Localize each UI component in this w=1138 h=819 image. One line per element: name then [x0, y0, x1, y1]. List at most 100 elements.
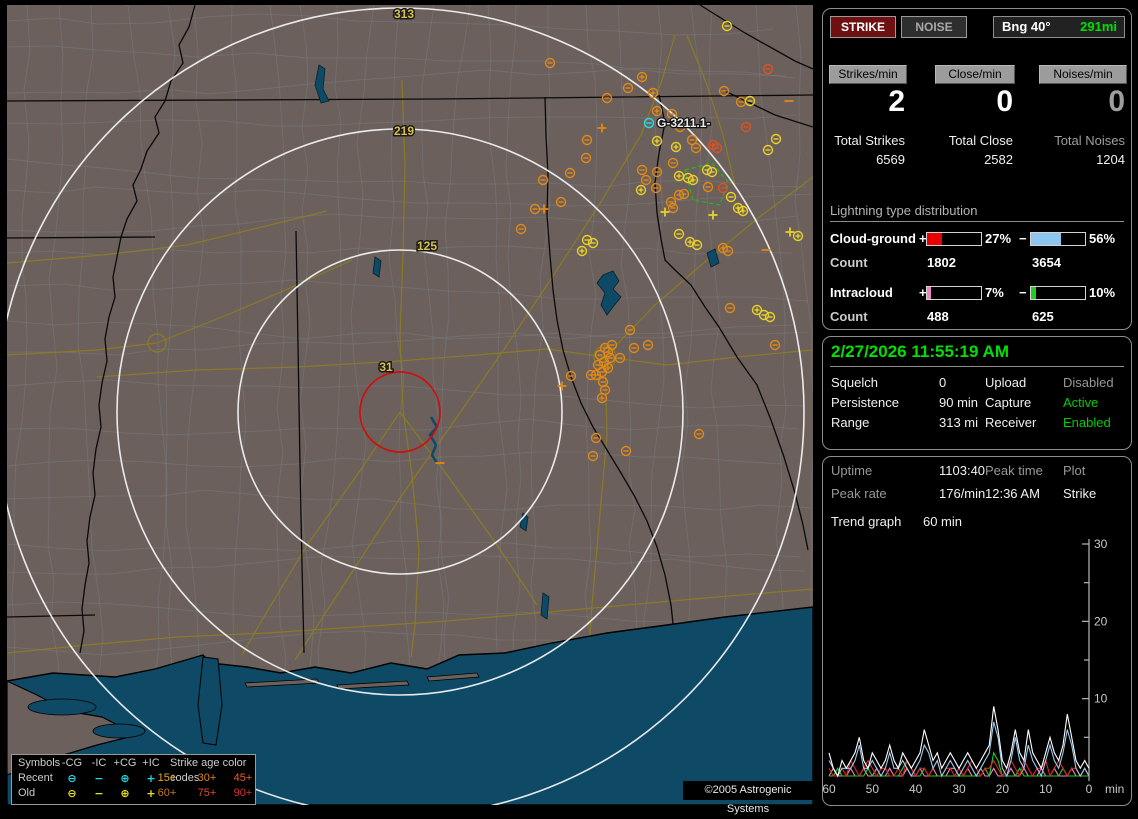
range-value: 313 mi: [939, 415, 979, 430]
count-label: Count: [830, 255, 868, 270]
ic-minus-count: 625: [1032, 309, 1054, 324]
upload-label: Upload: [985, 375, 1027, 390]
peak-rate-value: 176/min: [939, 486, 986, 501]
age-15: 15+: [157, 772, 177, 784]
strikes-per-min-value: 2: [888, 85, 905, 118]
map-legend: Symbols -CG -IC +CG +IC Strike age color…: [11, 754, 256, 805]
capture-label: Capture: [985, 395, 1032, 410]
noise-mode-button[interactable]: NOISE: [901, 16, 967, 38]
legend-col-pos-cg: +CG: [113, 757, 137, 769]
minus-icon: −: [1019, 285, 1027, 300]
strike-counters-panel: STRIKE NOISE Bng 40° 291mi Strikes/min C…: [822, 8, 1132, 330]
svg-text:10: 10: [1039, 782, 1053, 796]
strike-mode-button[interactable]: STRIKE: [830, 16, 896, 38]
svg-text:min: min: [1105, 782, 1124, 796]
trend-graph-header: Trend graph 60 min: [831, 514, 962, 529]
status-panel: 2/27/2026 11:55:19 AM Squelch 0 Upload D…: [822, 336, 1132, 450]
range-label: Range: [831, 415, 870, 430]
bearing-range-value: 291mi: [1080, 19, 1117, 34]
trend-panel: Uptime 1103:40 Peak time Plot Peak rate …: [822, 456, 1132, 806]
cloud-ground-row: Cloud-ground + 27% − 56%: [823, 231, 1131, 247]
svg-text:40: 40: [909, 782, 923, 796]
total-noises-value: 1204: [1096, 152, 1125, 167]
ic-minus-bar: [1030, 286, 1086, 300]
map-canvas[interactable]: 313 219 125 31 G-3211.1- Symbols -CG -IC +CG…: [7, 5, 813, 815]
squelch-value: 0: [939, 375, 947, 390]
noises-per-min-button[interactable]: Noises/min: [1039, 65, 1127, 84]
legend-row-old: Old: [18, 787, 36, 799]
svg-text:0: 0: [1086, 782, 1093, 796]
circle-plus-icon: ⊕: [120, 772, 130, 785]
divider: [830, 366, 1124, 367]
intracloud-row: Intracloud + 7% − 10%: [823, 285, 1131, 301]
receiver-label: Receiver: [985, 415, 1037, 430]
ic-plus-pct: 7%: [985, 285, 1004, 300]
circle-minus-icon: ⊖: [67, 772, 77, 785]
strikes-per-min-button[interactable]: Strikes/min: [829, 65, 907, 84]
range-ring-label: 219: [394, 124, 414, 138]
circle-minus-icon: ⊖: [67, 787, 77, 800]
cg-plus-count: 1802: [927, 255, 956, 270]
cg-plus-bar: [926, 232, 982, 246]
cloud-ground-label: Cloud-ground: [830, 231, 916, 246]
trend-graph-chart: 10 20 30 60 50 40 30 20 10 0 min: [823, 537, 1124, 796]
copyright-text: ©2005 Astrogenic Systems: [683, 781, 813, 815]
bearing-label: Bng 40°: [1002, 19, 1051, 34]
svg-text:60: 60: [823, 782, 836, 796]
minus-icon: −: [94, 787, 104, 800]
storm-cell-label: G-3211.1-: [657, 116, 710, 130]
range-ring-label: 31: [379, 360, 393, 374]
svg-text:20: 20: [996, 782, 1010, 796]
cg-minus-bar: [1030, 232, 1086, 246]
count-label: Count: [830, 309, 868, 324]
divider: [830, 221, 1124, 222]
age-30: 30+: [197, 772, 217, 784]
legend-col-neg-cg: -CG: [61, 757, 83, 769]
age-45: 45+: [233, 772, 253, 784]
legend-col-pos-ic: +IC: [142, 757, 160, 769]
plot-label: Plot: [1063, 463, 1086, 478]
uptime-value: 1103:40: [939, 463, 986, 478]
squelch-label: Squelch: [831, 375, 878, 390]
bearing-range-display: Bng 40° 291mi: [993, 16, 1125, 38]
range-ring-label: 313: [394, 7, 414, 21]
total-strikes-label: Total Strikes: [834, 133, 905, 148]
total-close-value: 2582: [984, 152, 1013, 167]
cg-minus-count: 3654: [1032, 255, 1061, 270]
minus-icon: −: [1019, 231, 1027, 246]
ic-minus-pct: 10%: [1089, 285, 1116, 300]
minus-icon: −: [94, 772, 104, 785]
upload-state: Disabled: [1063, 375, 1114, 390]
svg-text:30: 30: [952, 782, 966, 796]
trend-window-value: 60 min: [922, 514, 962, 529]
intracloud-count-row: Count 488 625: [823, 309, 1131, 325]
persistence-value: 90 min: [939, 395, 979, 410]
ic-plus-count: 488: [927, 309, 949, 324]
plot-mode-value: Strike: [1063, 486, 1097, 501]
circle-plus-icon: ⊕: [120, 787, 130, 800]
cg-plus-pct: 27%: [985, 231, 1012, 246]
peak-time-value: 12:36 AM: [985, 486, 1040, 501]
total-noises-label: Total Noises: [1054, 133, 1125, 148]
legend-symbols-header: Symbols: [18, 757, 61, 769]
persistence-label: Persistence: [831, 395, 899, 410]
capture-state: Active: [1063, 395, 1099, 410]
radar-map: 313 219 125 31 G-3211.1-: [7, 5, 813, 805]
svg-text:50: 50: [866, 782, 880, 796]
svg-text:30: 30: [1094, 537, 1108, 551]
total-strikes-value: 6569: [876, 152, 905, 167]
age-90: 90+: [233, 787, 253, 799]
close-per-min-button[interactable]: Close/min: [935, 65, 1015, 84]
datetime-display: 2/27/2026 11:55:19 AM: [831, 342, 1009, 361]
uptime-label: Uptime: [831, 463, 873, 478]
close-per-min-value: 0: [996, 85, 1013, 118]
svg-text:10: 10: [1094, 692, 1108, 706]
age-60: 60+: [157, 787, 177, 799]
distribution-title: Lightning type distribution: [830, 203, 978, 218]
legend-col-neg-ic: -IC: [91, 757, 107, 769]
ic-plus-bar: [926, 286, 982, 300]
trend-graph-label: Trend graph: [831, 514, 902, 529]
total-close-label: Total Close: [948, 133, 1013, 148]
peak-time-label: Peak time: [985, 463, 1043, 478]
intracloud-label: Intracloud: [830, 285, 893, 300]
